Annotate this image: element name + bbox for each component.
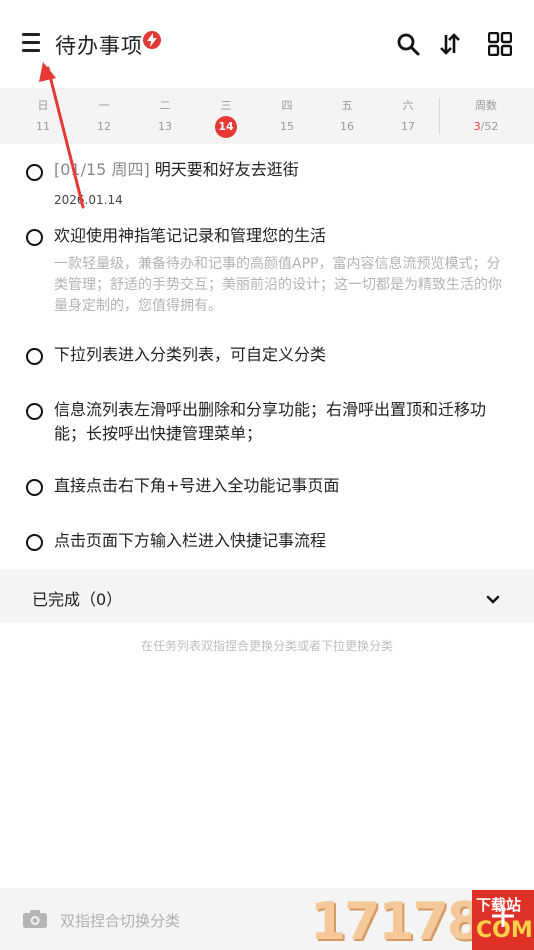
- task-title: 明天要和好友去逛街: [154, 160, 299, 179]
- sort-icon[interactable]: [438, 32, 462, 56]
- grid-icon[interactable]: [487, 31, 513, 57]
- app-header: 待办事项: [0, 0, 534, 88]
- task-item[interactable]: 下拉列表进入分类列表，可自定义分类: [0, 343, 534, 373]
- task-title: 欢迎使用神指笔记记录和管理您的生活: [54, 226, 327, 245]
- hint-text: 在任务列表双指捏合更换分类或者下拉更换分类: [140, 639, 393, 653]
- task-checkbox[interactable]: [26, 229, 43, 246]
- site-watermark: 17178: [310, 892, 483, 950]
- day-fri[interactable]: 五 16: [327, 88, 367, 144]
- task-item[interactable]: 直接点击右下角+号进入全功能记事页面: [0, 474, 534, 504]
- task-item[interactable]: [01/15 周四] 明天要和好友去逛街 2026.01.14: [0, 158, 534, 214]
- task-checkbox[interactable]: [26, 348, 43, 365]
- week-number[interactable]: 周数 3/52: [458, 88, 514, 144]
- camera-icon[interactable]: [22, 909, 48, 929]
- page-title: 待办事项: [55, 34, 143, 58]
- completed-section-toggle[interactable]: 已完成（0）: [0, 569, 534, 623]
- menu-icon[interactable]: [22, 33, 46, 55]
- total-weeks: /52: [480, 120, 499, 133]
- completed-label: 已完成（0）: [32, 590, 123, 609]
- task-description: 一款轻量级，兼备待办和记事的高颜值APP，富内容信息流预览模式；分类管理；舒适的…: [54, 256, 502, 314]
- task-checkbox[interactable]: [26, 534, 43, 551]
- quick-note-input[interactable]: 双指捏合切换分类: [60, 910, 180, 931]
- day-tue[interactable]: 二 13: [145, 88, 185, 144]
- day-sat[interactable]: 六 17: [388, 88, 428, 144]
- task-title: 点击页面下方输入栏进入快捷记事流程: [54, 531, 327, 550]
- task-item[interactable]: 点击页面下方输入栏进入快捷记事流程: [0, 529, 534, 559]
- task-checkbox[interactable]: [26, 479, 43, 496]
- task-date-tag: [01/15 周四]: [54, 160, 150, 179]
- current-week: 3: [473, 120, 481, 133]
- week-strip: 日 11 一 12 二 13 三 14 四 15 五 16 六 17 周数 3/…: [0, 88, 534, 144]
- divider: [439, 98, 440, 134]
- task-title: 下拉列表进入分类列表，可自定义分类: [54, 345, 327, 364]
- task-checkbox[interactable]: [26, 164, 43, 181]
- task-item[interactable]: 欢迎使用神指笔记记录和管理您的生活 一款轻量级，兼备待办和记事的高颜值APP，富…: [0, 224, 534, 316]
- chevron-down-icon: [486, 590, 500, 609]
- day-mon[interactable]: 一 12: [84, 88, 124, 144]
- day-sun[interactable]: 日 11: [23, 88, 63, 144]
- add-note-icon[interactable]: [490, 903, 516, 929]
- flash-badge-icon: [143, 31, 161, 49]
- task-date: 2026.01.14: [54, 193, 123, 207]
- day-thu[interactable]: 四 15: [267, 88, 307, 144]
- task-item[interactable]: 信息流列表左滑呼出删除和分享功能；右滑呼出置顶和迁移功能；长按呼出快捷管理菜单；: [0, 398, 534, 448]
- task-checkbox[interactable]: [26, 403, 43, 420]
- search-icon[interactable]: [396, 32, 420, 56]
- day-wed-today[interactable]: 三 14: [206, 88, 246, 144]
- task-title: 直接点击右下角+号进入全功能记事页面: [54, 476, 340, 495]
- task-title: 信息流列表左滑呼出删除和分享功能；右滑呼出置顶和迁移功能；长按呼出快捷管理菜单；: [54, 400, 487, 443]
